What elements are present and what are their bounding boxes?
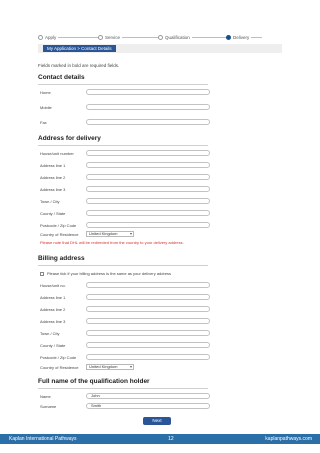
footer-brand: Kaplan International Pathways — [9, 436, 77, 442]
breadcrumb[interactable]: My Application > Contact Details — [43, 45, 116, 52]
same-address-label: Please tick if your billing address is t… — [47, 271, 172, 276]
billing-postcode-input[interactable] — [86, 354, 210, 360]
delivery-warning: Please note that DHL will be redirected … — [40, 240, 184, 245]
delivery-county-input[interactable] — [86, 210, 210, 216]
field-label: Town / City — [40, 331, 60, 336]
field-label: Address line 2 — [40, 175, 66, 180]
select-value: United Kingdom — [89, 364, 118, 369]
step-label: Service — [105, 35, 121, 40]
chevron-down-icon — [130, 366, 132, 368]
delivery-country-select[interactable]: United Kingdom — [86, 231, 134, 237]
field-label: House/unit no. — [40, 283, 66, 288]
fax-input[interactable] — [86, 119, 210, 125]
billing-country-select[interactable]: United Kingdom — [86, 364, 134, 370]
section-divider — [38, 388, 208, 389]
page-number: 12 — [168, 436, 174, 442]
input-value: Smith — [91, 403, 102, 408]
billing-address-line2-input[interactable] — [86, 306, 210, 312]
field-label: Surname — [40, 404, 57, 409]
billing-address-line3-input[interactable] — [86, 318, 210, 324]
step-qualification[interactable]: Qualification — [158, 33, 192, 42]
step-service[interactable]: Service — [98, 33, 123, 42]
field-label: Fax — [40, 120, 47, 125]
step-dot-icon — [38, 35, 43, 40]
holder-section-title: Full name of the qualification holder — [38, 378, 150, 385]
field-label: Mobile — [40, 105, 52, 110]
same-address-row[interactable]: Please tick if your billing address is t… — [40, 271, 171, 276]
step-delivery[interactable]: Delivery — [226, 33, 252, 42]
field-label: County / State — [40, 343, 66, 348]
field-label: Country of Residence — [40, 365, 79, 370]
section-divider — [38, 265, 208, 266]
contact-section-title: Contact details — [38, 74, 85, 81]
field-label: Country of Residence — [40, 232, 79, 237]
home-phone-input[interactable] — [86, 89, 210, 95]
step-dot-icon — [98, 35, 103, 40]
mobile-phone-input[interactable] — [86, 104, 210, 110]
field-label: County / State — [40, 211, 66, 216]
billing-house-number-input[interactable] — [86, 282, 210, 288]
field-label: Postcode / Zip Code — [40, 355, 77, 360]
field-label: Address line 1 — [40, 295, 66, 300]
step-label: Delivery — [233, 35, 250, 40]
delivery-address-line2-input[interactable] — [86, 174, 210, 180]
step-label: Apply — [45, 35, 57, 40]
select-value: United Kingdom — [89, 231, 118, 236]
step-apply[interactable]: Apply — [38, 33, 59, 42]
footer-website[interactable]: kaplanpathways.com — [265, 436, 312, 442]
billing-county-input[interactable] — [86, 342, 210, 348]
field-label: Name — [40, 394, 51, 399]
billing-section-title: Billing address — [38, 255, 85, 262]
same-address-checkbox[interactable] — [40, 271, 44, 276]
field-label: Home — [40, 90, 51, 95]
chevron-down-icon — [130, 233, 132, 235]
required-note: Fields marked in bold are required field… — [38, 63, 120, 68]
field-label: Address line 2 — [40, 307, 66, 312]
delivery-house-number-input[interactable] — [86, 150, 210, 156]
field-label: Town / City — [40, 199, 60, 204]
holder-surname-input[interactable]: Smith — [86, 403, 210, 409]
field-label: Address line 3 — [40, 319, 66, 324]
breadcrumb-bar: My Application > Contact Details — [38, 44, 282, 53]
section-divider — [38, 84, 208, 85]
field-label: Address line 1 — [40, 163, 66, 168]
holder-name-input[interactable]: John — [86, 393, 210, 399]
next-button[interactable]: Next — [143, 417, 171, 425]
billing-address-line1-input[interactable] — [86, 294, 210, 300]
field-label: Address line 3 — [40, 187, 66, 192]
step-dot-icon — [158, 35, 163, 40]
section-divider — [38, 145, 208, 146]
delivery-postcode-input[interactable] — [86, 222, 210, 228]
progress-steps: Apply Service Qualification Delivery — [38, 33, 282, 42]
delivery-section-title: Address for delivery — [38, 135, 101, 142]
step-label: Qualification — [165, 35, 190, 40]
delivery-address-line3-input[interactable] — [86, 186, 210, 192]
delivery-town-input[interactable] — [86, 198, 210, 204]
step-dot-active-icon — [226, 35, 231, 40]
footer-bar: Kaplan International Pathways 12 kaplanp… — [0, 434, 320, 444]
delivery-address-line1-input[interactable] — [86, 162, 210, 168]
billing-town-input[interactable] — [86, 330, 210, 336]
input-value: John — [91, 393, 100, 398]
field-label: Postcode / Zip Code — [40, 223, 77, 228]
field-label: House/unit number — [40, 151, 74, 156]
